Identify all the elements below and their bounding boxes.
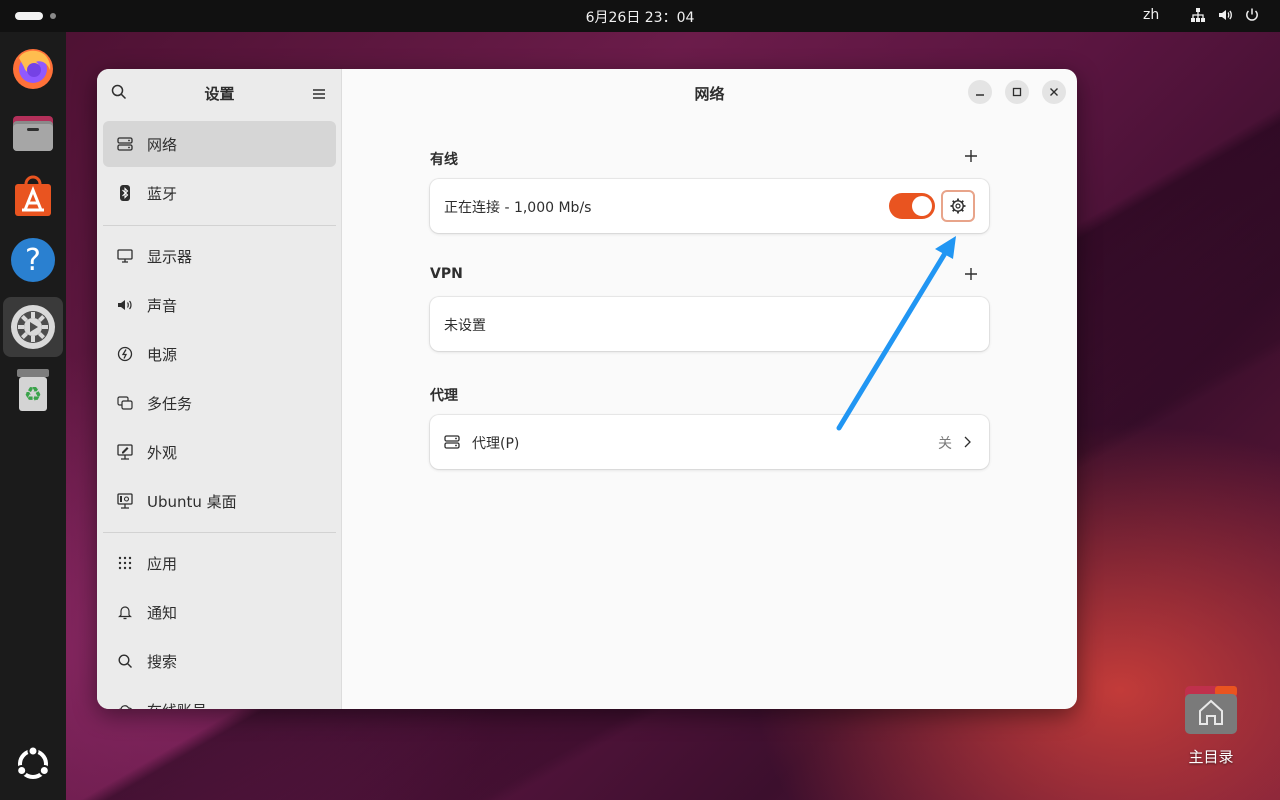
input-language-indicator[interactable]: zh (1143, 7, 1159, 23)
add-wired-button[interactable] (962, 147, 980, 165)
plus-icon (965, 150, 977, 162)
desktop-home-folder[interactable]: 主目录 (1176, 684, 1246, 767)
sidebar-item-label: 通知 (147, 603, 178, 622)
display-icon (117, 248, 133, 264)
sidebar-item-search[interactable]: 搜索 (103, 638, 336, 684)
vpn-section-title: VPN (430, 266, 463, 282)
gear-icon (950, 198, 966, 214)
help-icon: ? (11, 238, 55, 282)
sidebar-item-label: 外观 (147, 443, 178, 462)
cloud-icon (117, 702, 133, 709)
power-icon (1246, 8, 1258, 21)
dock-firefox[interactable] (9, 44, 57, 92)
clock[interactable]: 6月26日 23：04 (0, 7, 1280, 27)
sidebar-item-online-accounts[interactable]: 在线账号 (103, 687, 336, 709)
sidebar-item-label: 蓝牙 (147, 184, 178, 203)
sidebar-item-label: 应用 (147, 554, 178, 573)
wired-toggle[interactable] (889, 193, 935, 219)
minimize-button[interactable] (968, 80, 992, 104)
dock-settings[interactable] (3, 297, 63, 357)
settings-icon (11, 305, 55, 349)
sidebar-header: 设置 (97, 69, 342, 115)
sidebar-item-label: 在线账号 (147, 700, 207, 710)
sidebar-item-label: 搜索 (147, 652, 178, 671)
svg-text:?: ? (25, 243, 41, 278)
top-bar: 6月26日 23：04 zh (0, 0, 1280, 32)
sidebar-item-label: 电源 (147, 345, 178, 364)
wired-connection-card: 正在连接 - 1,000 Mb/s (430, 179, 989, 233)
home-folder-icon (1185, 686, 1237, 734)
plus-icon (965, 268, 977, 280)
sidebar-item-displays[interactable]: 显示器 (103, 233, 336, 279)
power-icon (117, 346, 133, 362)
network-icon (117, 136, 133, 152)
page-title: 网络 (694, 85, 725, 103)
wired-section-title: 有线 (430, 152, 458, 168)
minimize-icon (976, 94, 984, 96)
search-icon (117, 653, 133, 669)
sidebar-item-notifications[interactable]: 通知 (103, 589, 336, 635)
close-icon (1050, 88, 1058, 96)
dock-help[interactable]: ? (9, 236, 57, 284)
proxy-row[interactable]: 代理(P) 关 (430, 415, 989, 469)
sidebar-separator (103, 225, 336, 226)
system-tray[interactable] (1190, 7, 1260, 23)
chevron-right-icon (962, 434, 972, 453)
appearance-icon (117, 444, 133, 460)
files-icon (13, 116, 53, 151)
multitasking-icon (117, 395, 133, 411)
sidebar-item-ubuntu-desktop[interactable]: Ubuntu 桌面 (103, 478, 336, 524)
sidebar-separator (103, 532, 336, 533)
proxy-section-title: 代理 (430, 388, 458, 404)
ubuntu-logo-icon (16, 745, 50, 779)
desktop-home-label: 主目录 (1188, 748, 1234, 766)
dock-app-center[interactable] (9, 172, 57, 220)
network-wired-icon (1191, 8, 1205, 22)
sound-icon (117, 297, 133, 313)
maximize-button[interactable] (1005, 80, 1029, 104)
sidebar-item-multitasking[interactable]: 多任务 (103, 380, 336, 426)
sidebar-item-label: 网络 (147, 135, 178, 154)
settings-sidebar: 设置 网络 蓝牙 显示器 声音 电源 多任务 外观 Ubuntu 桌面 应用 通… (97, 69, 342, 709)
wired-status: 正在连接 - 1,000 Mb/s (444, 200, 592, 216)
bell-icon (117, 604, 133, 620)
sidebar-item-appearance[interactable]: 外观 (103, 429, 336, 475)
network-panel: 网络 有线 正在连接 - 1,000 Mb/s VPN 未设置 代理 代理(P)… (342, 69, 1077, 709)
network-server-icon (444, 434, 460, 453)
wired-settings-button[interactable] (941, 190, 975, 222)
sidebar-item-label: 显示器 (147, 247, 193, 266)
main-menu-button[interactable] (312, 85, 326, 104)
proxy-status: 关 (938, 436, 952, 452)
sidebar-title: 设置 (204, 85, 235, 103)
sidebar-item-label: 多任务 (147, 394, 193, 413)
svg-text:♻: ♻ (24, 382, 42, 406)
hamburger-menu-icon (313, 89, 325, 99)
ubuntu-desktop-icon (117, 493, 133, 509)
settings-window: 设置 网络 蓝牙 显示器 声音 电源 多任务 外观 Ubuntu 桌面 应用 通… (97, 69, 1077, 709)
vpn-status: 未设置 (444, 318, 486, 334)
bluetooth-icon (117, 185, 133, 201)
maximize-icon (1012, 87, 1022, 97)
sidebar-item-bluetooth[interactable]: 蓝牙 (103, 170, 336, 216)
app-center-icon (15, 175, 51, 216)
sidebar-item-label: Ubuntu 桌面 (147, 492, 237, 511)
sidebar-item-network[interactable]: 网络 (103, 121, 336, 167)
dock: ? ♻ (0, 32, 66, 800)
sidebar-item-apps[interactable]: 应用 (103, 540, 336, 586)
firefox-icon (13, 49, 53, 89)
dock-trash[interactable]: ♻ (9, 366, 57, 414)
add-vpn-button[interactable] (962, 265, 980, 283)
dock-files[interactable] (9, 108, 57, 156)
show-apps-button[interactable] (9, 740, 57, 788)
apps-grid-icon (117, 555, 133, 571)
volume-icon (1219, 10, 1232, 20)
sidebar-item-label: 声音 (147, 296, 178, 315)
sidebar-item-power[interactable]: 电源 (103, 331, 336, 377)
close-button[interactable] (1042, 80, 1066, 104)
proxy-label: 代理(P) (472, 436, 520, 452)
trash-icon: ♻ (17, 369, 49, 411)
toggle-knob (912, 196, 932, 216)
sidebar-item-sound[interactable]: 声音 (103, 282, 336, 328)
vpn-card: 未设置 (430, 297, 989, 351)
